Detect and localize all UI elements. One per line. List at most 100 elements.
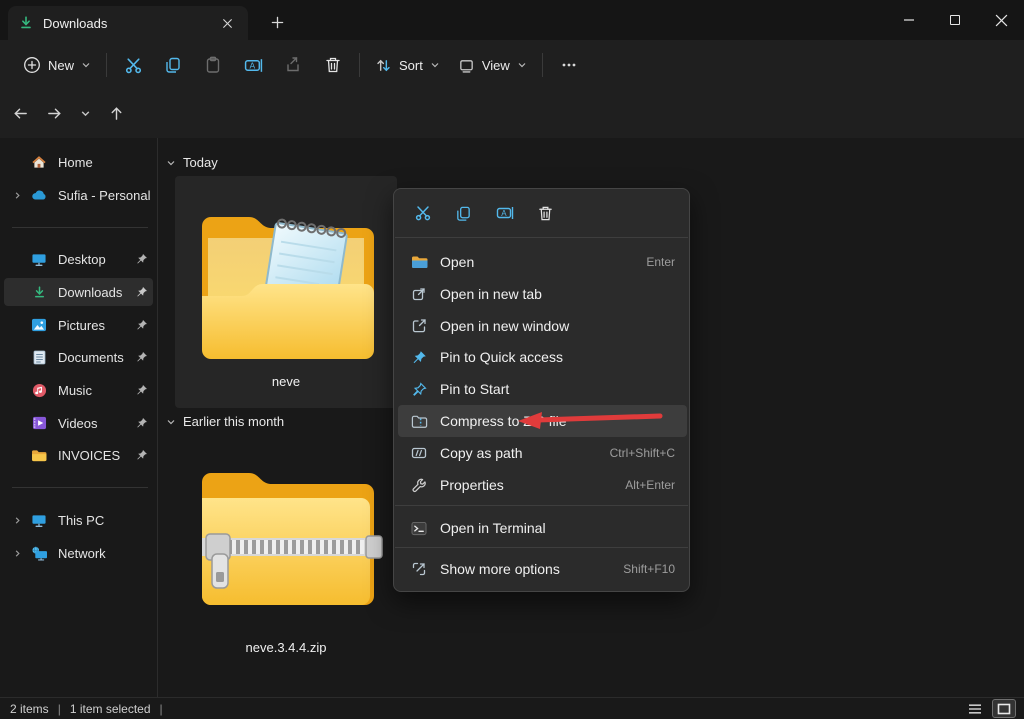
recent-locations-button[interactable] (72, 97, 98, 129)
pin-icon (131, 351, 153, 363)
new-button[interactable]: New (14, 47, 100, 83)
cut-button[interactable] (113, 47, 153, 83)
sidebar-item-onedrive[interactable]: Sufia - Personal (4, 181, 153, 209)
share-button[interactable] (273, 47, 313, 83)
address-bar: Downloads (0, 90, 1024, 138)
trash-icon (324, 56, 342, 74)
pin-filled-icon (406, 350, 432, 365)
show-more-icon (406, 561, 432, 577)
context-menu: A Open Enter Open in new tab Open in new (393, 188, 690, 592)
sidebar-item-downloads[interactable]: Downloads (4, 278, 153, 306)
copy-button[interactable] (153, 47, 193, 83)
sidebar-item-this-pc[interactable]: This PC (4, 506, 153, 534)
wrench-icon (406, 478, 432, 493)
group-header-earlier[interactable]: Earlier this month (166, 414, 284, 429)
trash-icon (537, 205, 554, 222)
sort-icon (375, 57, 392, 74)
item-count: 2 items (10, 702, 49, 716)
menu-item-pin-quick-access[interactable]: Pin to Quick access (398, 341, 687, 373)
forward-button[interactable] (38, 97, 70, 129)
chevron-down-icon (430, 60, 440, 70)
menu-separator (395, 547, 688, 548)
file-name: neve.3.4.4.zip (246, 640, 327, 655)
up-button[interactable] (100, 97, 132, 129)
pictures-icon (30, 318, 48, 332)
status-separator: | (160, 702, 163, 716)
sidebar-item-desktop[interactable]: Desktop (4, 245, 153, 273)
details-view-button[interactable] (963, 699, 987, 718)
rename-button[interactable]: A (233, 47, 273, 83)
expand-chevron-icon[interactable] (4, 516, 30, 525)
menu-item-show-more[interactable]: Show more options Shift+F10 (398, 553, 687, 585)
group-header-today[interactable]: Today (166, 155, 218, 170)
sidebar-divider (12, 487, 148, 488)
new-tab-button[interactable] (264, 9, 290, 35)
sidebar-item-network[interactable]: Network (4, 539, 153, 567)
menu-item-copy-as-path[interactable]: Copy as path Ctrl+Shift+C (398, 437, 687, 469)
toolbar-divider (359, 53, 360, 77)
pin-icon (131, 319, 153, 331)
maximize-button[interactable] (932, 0, 978, 40)
menu-item-open-new-window[interactable]: Open in new window (398, 310, 687, 342)
view-button-label: View (482, 58, 510, 73)
toolbar-divider (542, 53, 543, 77)
menu-item-open[interactable]: Open Enter (398, 246, 687, 278)
cut-button[interactable] (402, 195, 443, 231)
folder-icon (30, 449, 48, 462)
sidebar-item-videos[interactable]: Videos (4, 409, 153, 437)
onedrive-cloud-icon (30, 189, 48, 201)
cut-icon (414, 204, 432, 222)
paste-button[interactable] (193, 47, 233, 83)
large-icons-view-button[interactable] (992, 699, 1016, 718)
back-button[interactable] (4, 97, 36, 129)
sidebar-item-documents[interactable]: Documents (4, 343, 153, 371)
menu-item-open-terminal[interactable]: Open in Terminal (398, 512, 687, 544)
sort-button-label: Sort (399, 58, 423, 73)
more-options-button[interactable] (549, 47, 589, 83)
open-new-window-icon (406, 318, 432, 334)
menu-item-open-new-tab[interactable]: Open in new tab (398, 278, 687, 310)
copy-path-icon (406, 446, 432, 460)
tab-downloads[interactable]: Downloads (8, 6, 248, 40)
rename-button[interactable]: A (484, 195, 525, 231)
share-icon (284, 56, 302, 74)
pin-outline-icon (406, 382, 432, 397)
sidebar-item-music[interactable]: Music (4, 376, 153, 404)
minimize-button[interactable] (886, 0, 932, 40)
selection-count: 1 item selected (70, 702, 151, 716)
collapse-chevron-icon (166, 417, 176, 427)
delete-button[interactable] (525, 195, 566, 231)
expand-chevron-icon[interactable] (4, 191, 30, 200)
sort-button[interactable]: Sort (366, 47, 449, 83)
copy-icon (455, 205, 472, 222)
expand-chevron-icon[interactable] (4, 549, 30, 558)
download-icon (30, 285, 48, 300)
view-button[interactable]: View (449, 47, 536, 83)
menu-item-properties[interactable]: Properties Alt+Enter (398, 469, 687, 501)
sidebar-item-invoices[interactable]: INVOICES (4, 441, 153, 469)
sidebar-item-pictures[interactable]: Pictures (4, 311, 153, 339)
paste-icon (204, 56, 222, 74)
maximize-icon (950, 15, 960, 25)
tab-close-icon[interactable] (216, 12, 238, 34)
menu-item-pin-start[interactable]: Pin to Start (398, 373, 687, 405)
sidebar-divider (12, 227, 148, 228)
copy-icon (164, 56, 182, 74)
zip-folder-icon (406, 414, 432, 429)
close-button[interactable] (978, 0, 1024, 40)
pin-icon (131, 253, 153, 265)
copy-button[interactable] (443, 195, 484, 231)
delete-button[interactable] (313, 47, 353, 83)
pin-icon (131, 449, 153, 461)
file-tile-neve[interactable]: neve (175, 176, 397, 408)
this-pc-icon (30, 513, 48, 528)
file-tile-zip[interactable]: neve.3.4.4.zip (175, 438, 397, 670)
music-icon (30, 383, 48, 398)
toolbar-divider (106, 53, 107, 77)
terminal-icon (406, 521, 432, 536)
sidebar-item-home[interactable]: Home (4, 148, 153, 176)
videos-icon (30, 416, 48, 430)
file-name: neve (272, 374, 300, 389)
chevron-down-icon (81, 60, 91, 70)
network-icon (30, 546, 48, 561)
